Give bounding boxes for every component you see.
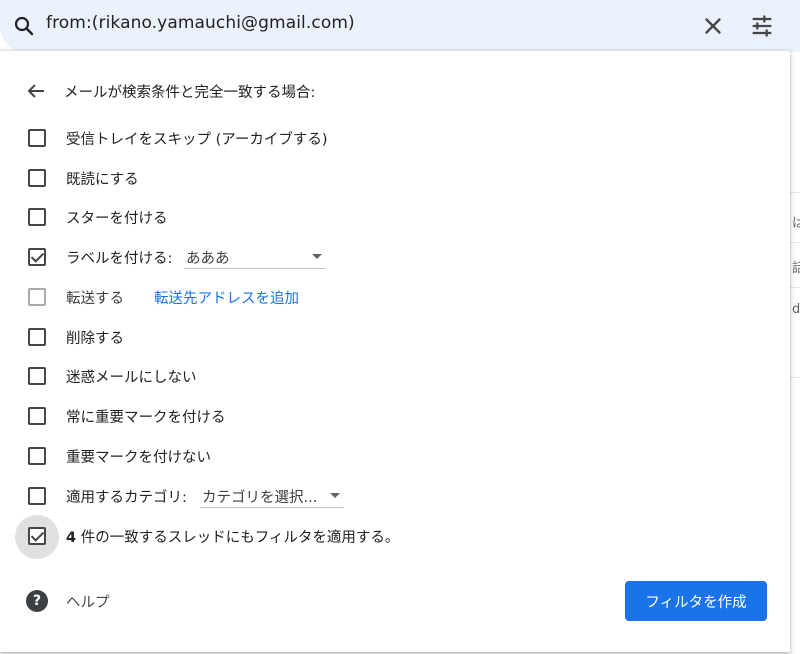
delete-checkbox[interactable] — [28, 328, 46, 346]
mark-read-checkbox[interactable] — [28, 169, 46, 187]
partial-text: d — [792, 302, 800, 317]
option-star[interactable]: スターを付ける — [0, 202, 790, 232]
option-always-important[interactable]: 常に重要マークを付ける — [0, 401, 790, 431]
create-filter-button[interactable]: フィルタを作成 — [625, 581, 767, 621]
option-label: 重要マークを付けない — [66, 450, 211, 466]
option-apply-to-matching[interactable]: 4 件の一致するスレッドにもフィルタを適用する。 — [0, 521, 790, 551]
divider — [790, 377, 800, 378]
skip-inbox-checkbox[interactable] — [28, 129, 46, 147]
search-query[interactable]: from:(rikano.yamauchi@gmail.com) — [46, 13, 355, 33]
add-forwarding-address-link[interactable]: 転送先アドレスを追加 — [154, 287, 299, 308]
search-icon[interactable] — [12, 14, 36, 38]
close-icon[interactable] — [700, 13, 726, 39]
divider — [790, 242, 800, 243]
label-select-value: あああ — [186, 251, 230, 267]
partial-text: 話 — [792, 261, 800, 276]
background-list: は 話 d — [790, 52, 800, 652]
option-mark-read[interactable]: 既読にする — [0, 163, 790, 193]
option-never-important[interactable]: 重要マークを付けない — [0, 441, 790, 471]
option-label: スターを付ける — [66, 211, 168, 227]
option-never-spam[interactable]: 迷惑メールにしない — [0, 361, 790, 391]
option-apply-label[interactable]: ラベルを付ける: あああ — [0, 242, 790, 272]
option-label: ラベルを付ける: — [66, 251, 173, 267]
option-delete[interactable]: 削除する — [0, 322, 790, 352]
apply-label-checkbox[interactable] — [28, 248, 46, 266]
label-select[interactable]: あああ — [184, 245, 326, 269]
option-skip-inbox[interactable]: 受信トレイをスキップ (アーカイブする) — [0, 123, 790, 153]
apply-to-matching-checkbox[interactable] — [28, 527, 46, 545]
category-checkbox[interactable] — [28, 487, 46, 505]
partial-text: は — [792, 216, 800, 231]
apply-to-matching-text: 件の一致するスレッドにもフィルタを適用する。 — [76, 530, 400, 546]
divider — [790, 287, 800, 288]
option-label: 削除する — [66, 331, 124, 347]
help-link[interactable]: ヘルプ — [66, 591, 110, 612]
help-icon[interactable]: ? — [26, 590, 48, 612]
option-category[interactable]: 適用するカテゴリ: カテゴリを選択... — [0, 481, 790, 511]
never-important-checkbox[interactable] — [28, 447, 46, 465]
back-arrow-icon[interactable] — [24, 79, 48, 103]
filter-panel: メールが検索条件と完全一致する場合: 受信トレイをスキップ (アーカイブする) … — [0, 50, 790, 652]
panel-title: メールが検索条件と完全一致する場合: — [64, 85, 316, 101]
forward-checkbox — [28, 288, 46, 306]
always-important-checkbox[interactable] — [28, 407, 46, 425]
star-checkbox[interactable] — [28, 208, 46, 226]
option-label: 適用するカテゴリ: — [66, 490, 187, 506]
option-label: 既読にする — [66, 172, 139, 188]
search-bar[interactable]: from:(rikano.yamauchi@gmail.com) — [0, 0, 800, 52]
category-select[interactable]: カテゴリを選択... — [200, 484, 344, 508]
option-label: 4 件の一致するスレッドにもフィルタを適用する。 — [66, 526, 399, 547]
option-label: 転送する — [66, 291, 124, 307]
dropdown-caret-icon — [312, 254, 322, 259]
tune-icon[interactable] — [748, 12, 776, 40]
match-count: 4 — [66, 530, 77, 546]
dropdown-caret-icon — [330, 493, 340, 498]
option-label: 迷惑メールにしない — [66, 370, 197, 386]
never-spam-checkbox[interactable] — [28, 367, 46, 385]
divider — [790, 192, 800, 193]
option-label: 常に重要マークを付ける — [66, 410, 226, 426]
category-select-value: カテゴリを選択... — [202, 490, 318, 506]
option-forward: 転送する 転送先アドレスを追加 — [0, 282, 790, 312]
option-label: 受信トレイをスキップ (アーカイブする) — [66, 132, 328, 148]
